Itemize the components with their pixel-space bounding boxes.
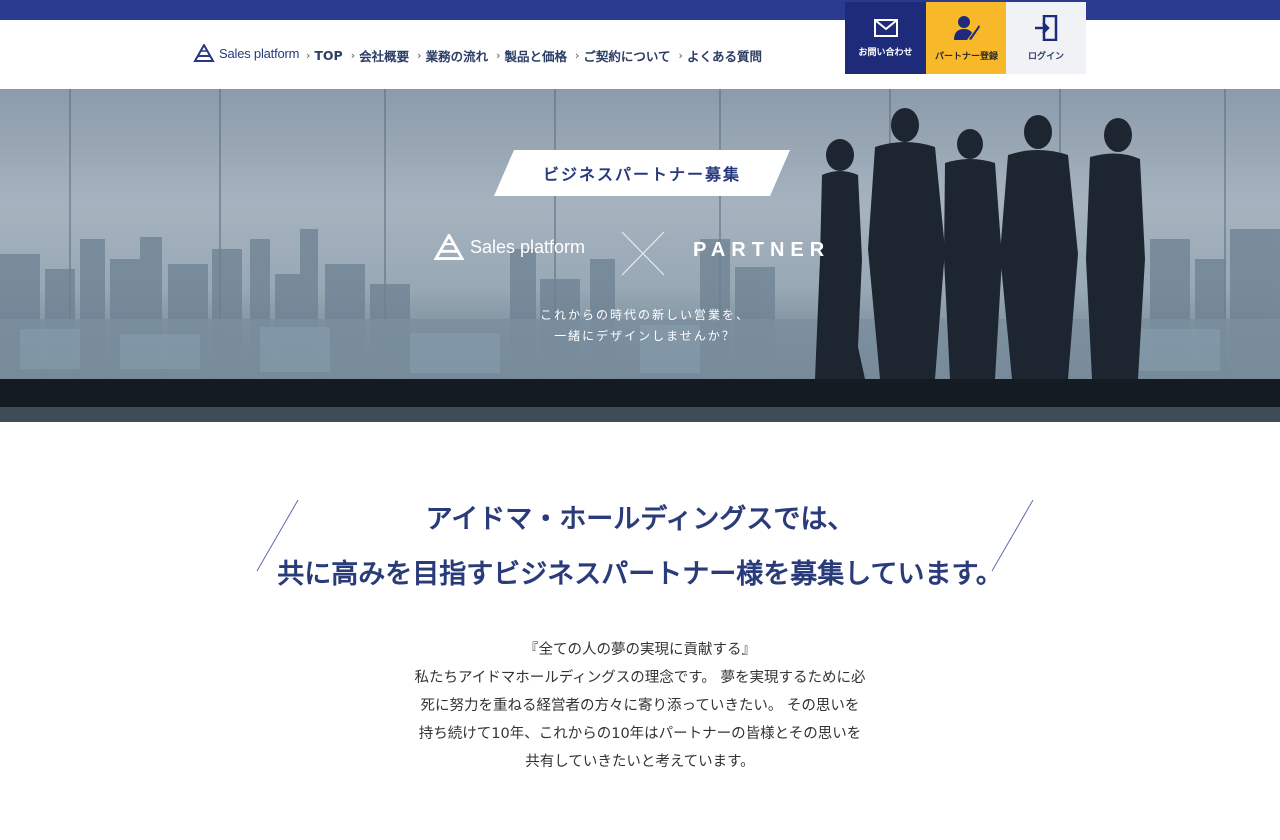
contact-button[interactable]: お問い合わせ <box>845 2 926 74</box>
login-button-label: ログイン <box>1027 51 1064 62</box>
main-headline: アイドマ・ホールディングスでは、 共に高みを目指すビジネスパートナー様を募集して… <box>0 492 1280 602</box>
chevron-right-icon: › <box>575 48 580 62</box>
nav-label: 製品と価格 <box>504 48 567 64</box>
logo-icon <box>193 44 215 62</box>
nav-label: よくある質問 <box>686 48 762 64</box>
hero-logo: Sales platform <box>433 234 585 260</box>
philosophy-text: 『全ての人の夢の実現に貢献する』 私たちアイドマホールディングスの理念です。 夢… <box>340 636 940 776</box>
nav-item-contract[interactable]: › ご契約について <box>575 46 671 65</box>
hero-partner-text: PARTNER <box>693 239 831 261</box>
nav-item-products[interactable]: › 製品と価格 <box>496 46 567 65</box>
nav-item-faq[interactable]: › よくある質問 <box>679 46 762 65</box>
site-header: Sales platform › TOP › 会社概要 › 業務の流れ › 製品と価格 … <box>0 20 1280 89</box>
partner-register-button[interactable]: パートナー登録 <box>926 2 1007 74</box>
headline-line: 共に高みを目指すビジネスパートナー様を募集しています。 <box>277 559 1003 590</box>
nav-label: TOP <box>314 47 343 63</box>
nav-label: 会社概要 <box>359 48 410 64</box>
chevron-right-icon: › <box>496 48 501 62</box>
body-line: 『全ての人の夢の実現に貢献する』 <box>524 642 756 658</box>
hero-tagline-line: 一緒にデザインしませんか？ <box>554 329 736 343</box>
site-logo[interactable]: Sales platform <box>193 42 299 64</box>
chevron-right-icon: › <box>417 48 422 62</box>
hero-tagline-line: これからの時代の新しい営業を、 <box>539 308 750 322</box>
nav-label: 業務の流れ <box>425 48 489 64</box>
chevron-right-icon: › <box>678 48 683 62</box>
hero-section: ビジネスパートナー募集 Sales platform PARTNER これからの… <box>0 89 1280 422</box>
chevron-right-icon: › <box>306 48 311 62</box>
person-with-pen-icon <box>953 15 980 40</box>
nav-item-workflow[interactable]: › 業務の流れ <box>417 46 488 65</box>
partner-register-label: パートナー登録 <box>934 51 998 62</box>
nav-item-top[interactable]: › TOP <box>306 48 343 63</box>
login-button[interactable]: ログイン <box>1006 2 1086 74</box>
mail-icon <box>873 18 898 37</box>
city-skyline-image <box>0 89 1280 422</box>
logo-text: Sales platform <box>219 45 300 61</box>
nav-item-company[interactable]: › 会社概要 <box>351 46 409 65</box>
body-line: 持ち続けて10年、これからの10年はパートナーの皆様とその思いを <box>418 726 862 742</box>
body-line: 私たちアイドマホールディングスの理念です。 夢を実現するために必 <box>414 670 866 686</box>
hero-logo-text: Sales platform <box>470 236 586 257</box>
hero-banner-title: ビジネスパートナー募集 <box>542 165 741 184</box>
login-door-icon <box>1035 14 1058 41</box>
body-line: 死に努力を重ねる経営者の方々に寄り添っていきたい。 その思いを <box>420 698 860 714</box>
chevron-right-icon: › <box>350 48 356 62</box>
nav-label: ご契約について <box>583 48 671 64</box>
body-line: 共有していきたいと考えています。 <box>525 754 755 770</box>
main-nav: › TOP › 会社概要 › 業務の流れ › 製品と価格 › ご契約について › よくある質… <box>306 45 770 65</box>
logo-icon <box>433 234 465 260</box>
hero-tagline: これからの時代の新しい営業を、 一緒にデザインしませんか？ <box>480 305 810 347</box>
headline-line: アイドマ・ホールディングスでは、 <box>425 504 855 535</box>
top-accent-strip <box>0 0 1280 20</box>
contact-button-label: お問い合わせ <box>858 47 913 58</box>
